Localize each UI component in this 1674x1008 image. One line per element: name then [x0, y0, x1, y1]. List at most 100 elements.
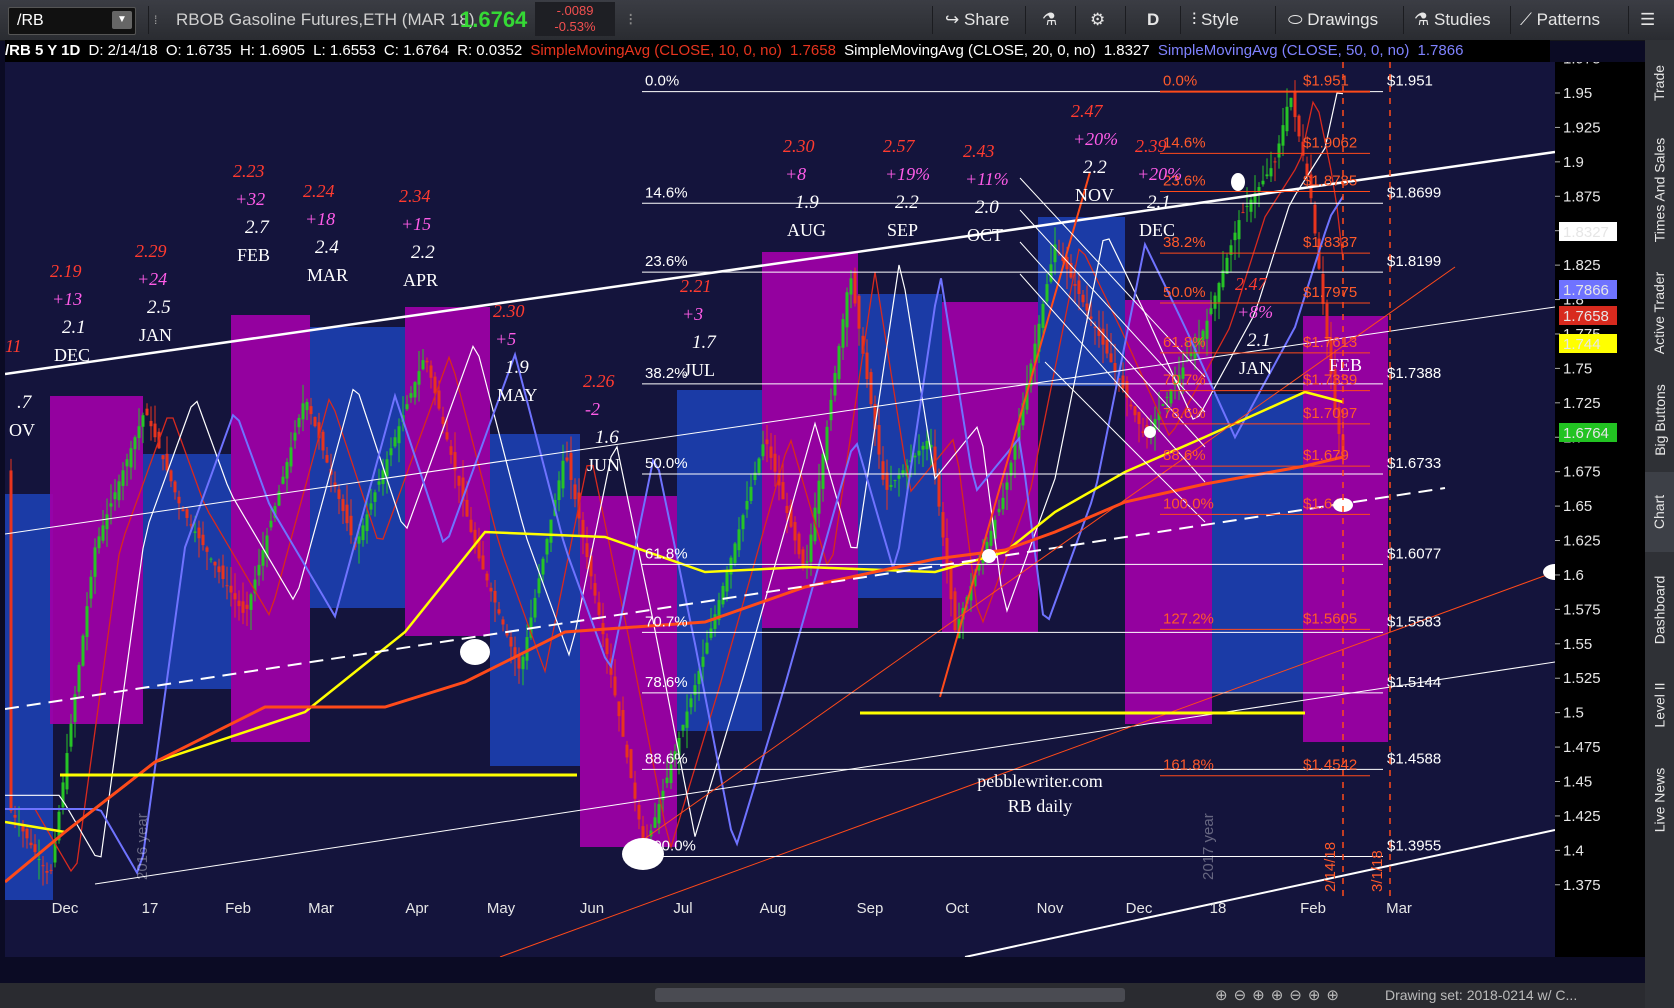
candle-body — [573, 484, 577, 500]
fib-price-label: $1.6077 — [1387, 545, 1441, 562]
candle-body — [1137, 411, 1141, 425]
candle-body — [193, 531, 197, 533]
candle-body — [205, 547, 209, 552]
divider — [1275, 6, 1276, 34]
chart-info-bar: /RB 5 Y 1D D: 2/14/18 O: 1.6735 H: 1.690… — [5, 40, 1550, 62]
candle-body — [1073, 284, 1077, 286]
symbol-input[interactable]: /RB ▼ — [8, 7, 136, 35]
menu-icon[interactable]: ☰ — [1640, 0, 1655, 40]
candle-body — [1221, 270, 1225, 288]
sidebar-label: Big Buttons — [1651, 384, 1668, 456]
chart-scrollbar[interactable] — [655, 988, 1125, 1002]
share-button[interactable]: ↪ Share — [945, 0, 1009, 40]
candle-body — [389, 448, 393, 456]
sma50-label[interactable]: SimpleMovingAvg (CLOSE, 50, 0, no) — [1158, 42, 1410, 59]
flask-icon[interactable]: ⚗ — [1042, 0, 1057, 40]
candle-body — [77, 664, 81, 692]
annotation-percent: +11% — [965, 169, 1009, 189]
symbol-value: /RB — [17, 12, 44, 29]
candle-body — [921, 445, 925, 450]
sidebar-item-times-and-sales[interactable]: Times And Sales — [1645, 120, 1674, 260]
x-axis-label: Feb — [1300, 900, 1326, 917]
more-icon[interactable]: ⁝ — [628, 0, 633, 40]
candle-body — [881, 461, 885, 480]
candle-body — [489, 587, 493, 592]
timeframe-button[interactable]: D — [1147, 0, 1159, 40]
annotation-value: 2.2 — [1083, 157, 1107, 178]
candle-body — [1165, 396, 1169, 398]
patterns-button[interactable]: ⟋ Patterns — [1520, 0, 1600, 40]
candle-body — [421, 360, 425, 370]
style-button[interactable]: ⫶ Style — [1192, 0, 1239, 40]
candle-body — [497, 609, 501, 614]
candle-body — [657, 804, 661, 824]
zoom-controls[interactable]: ⊕⊖⊕⊕⊖⊕⊕ — [1215, 983, 1345, 1008]
candle-body — [749, 486, 753, 501]
candle-body — [1133, 406, 1137, 416]
candle-body — [217, 566, 221, 573]
candle-body — [1205, 320, 1209, 339]
candle-body — [105, 514, 109, 530]
y-axis-label: 1.425 — [1563, 808, 1601, 825]
annotation-month: OV — [9, 420, 35, 440]
candles-icon: ⫶ — [1192, 10, 1197, 29]
candle-body — [49, 869, 53, 871]
studies-label: Studies — [1433, 10, 1491, 29]
annotation-value: 2.1 — [62, 317, 86, 338]
candle-body — [201, 534, 205, 546]
fib-price-label: $1.951 — [1303, 73, 1349, 90]
candle-body — [1249, 199, 1253, 212]
candle-body — [337, 489, 341, 499]
drawings-label: Drawings — [1307, 10, 1379, 29]
candle-body — [129, 448, 133, 468]
candle-body — [1045, 284, 1049, 302]
annotation-month: MAR — [307, 265, 348, 285]
candle-body — [785, 505, 789, 513]
sma10-label[interactable]: SimpleMovingAvg (CLOSE, 10, 0, no) — [530, 42, 782, 59]
candle-body — [149, 420, 153, 427]
x-axis-label: 18 — [1210, 900, 1227, 917]
y-axis-label: 1.95 — [1563, 85, 1592, 102]
fib-price-label: $1.8337 — [1303, 234, 1357, 251]
candle-body — [709, 628, 713, 638]
candle-body — [229, 585, 233, 593]
candle-body — [25, 828, 29, 839]
candle-body — [793, 522, 797, 541]
sidebar-item-trade[interactable]: Trade — [1645, 48, 1674, 118]
candle-body — [393, 437, 397, 447]
bar-open: O: 1.6735 — [165, 42, 232, 59]
sidebar-item-dashboard[interactable]: Dashboard — [1645, 560, 1674, 660]
candle-body — [385, 459, 389, 477]
candle-body — [1121, 375, 1125, 389]
price-axis[interactable]: 1.9751.951.9251.91.8751.851.8251.81.7751… — [1555, 51, 1645, 957]
annotation-price: 2.34 — [399, 186, 431, 206]
fib-pct-label: 50.0% — [645, 455, 688, 472]
fib-pct-label: 161.8% — [1163, 757, 1214, 774]
candle-body — [241, 601, 245, 613]
candle-body — [485, 573, 489, 581]
price-tag-label: 1.6764 — [1563, 425, 1609, 442]
trend-line — [964, 829, 1555, 957]
gear-icon[interactable]: ⚙ — [1090, 0, 1105, 40]
price-chart[interactable]: 0.0% $1.951 14.6% $1.8699 23.6% $1.8199 38.2% $… — [5, 62, 1555, 957]
candle-body — [925, 440, 929, 450]
sidebar-item-active-trader[interactable]: Active Trader — [1645, 258, 1674, 368]
drawings-button[interactable]: ⬭ Drawings — [1288, 0, 1378, 40]
link-icon[interactable]: ⁞ — [154, 0, 157, 40]
x-axis-label: Jul — [673, 900, 692, 917]
drawing-set-label[interactable]: Drawing set: 2018-0214 w/ C... — [1385, 983, 1577, 1008]
candle-body — [721, 585, 725, 605]
annotation-value: 1.9 — [505, 357, 529, 378]
sidebar-item-level-ii[interactable]: Level II — [1645, 665, 1674, 745]
chevron-down-icon[interactable]: ▼ — [112, 11, 132, 29]
sidebar-item-live-news[interactable]: Live News — [1645, 750, 1674, 850]
annotation-price: 2.30 — [783, 136, 815, 156]
sma20-label[interactable]: SimpleMovingAvg (CLOSE, 20, 0, no) — [844, 42, 1096, 59]
annotation-month: DEC — [54, 345, 90, 365]
sidebar-item-big-buttons[interactable]: Big Buttons — [1645, 370, 1674, 470]
bar-date: D: 2/14/18 — [88, 42, 158, 59]
x-axis-label: Mar — [1386, 900, 1412, 917]
studies-button[interactable]: ⚗ Studies — [1414, 0, 1491, 40]
candle-body — [297, 417, 301, 428]
sidebar-item-chart[interactable]: Chart — [1645, 472, 1674, 552]
